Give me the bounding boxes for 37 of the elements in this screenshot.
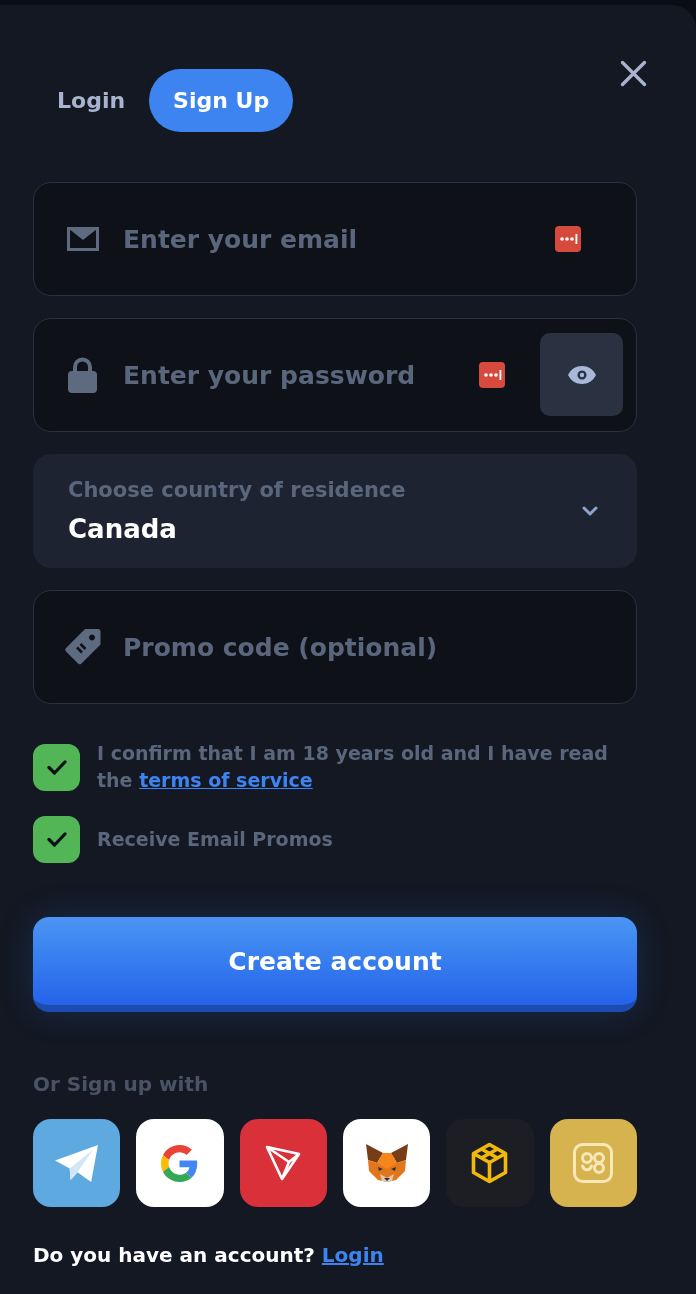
country-select[interactable]: Choose country of residence Canada — [33, 454, 637, 568]
tab[interactable]: Sign Up — [149, 69, 294, 132]
show-password-button[interactable] — [540, 333, 623, 416]
social-heading: Or Sign up with — [33, 1072, 209, 1096]
close-icon[interactable] — [620, 60, 647, 87]
login-prompt: Do you have an account? Login — [33, 1243, 384, 1267]
eye-icon — [567, 365, 596, 384]
password-manager-icon[interactable] — [555, 226, 581, 252]
login-link[interactable]: Login — [321, 1243, 384, 1267]
g-logo-icon — [161, 1144, 199, 1182]
social-login-button[interactable] — [136, 1119, 224, 1207]
checkbox[interactable] — [33, 743, 80, 791]
mail-icon — [66, 227, 99, 251]
cube-logo-icon — [471, 1142, 509, 1184]
social-login-button[interactable] — [343, 1119, 431, 1207]
tag-icon — [63, 627, 102, 667]
check-icon — [46, 832, 67, 847]
lock-icon — [68, 357, 97, 393]
password-manager-icon[interactable] — [479, 362, 505, 388]
agreement-text: I confirm that I am 18 years old and I have read the terms of service — [97, 741, 609, 793]
social-login-button[interactable] — [446, 1119, 534, 1207]
square-glyph-icon — [573, 1143, 614, 1183]
checkbox[interactable] — [33, 816, 80, 863]
promo-code-field[interactable]: Promo code (optional) — [33, 590, 637, 704]
check-icon — [46, 759, 67, 775]
paper-plane-icon — [54, 1143, 100, 1183]
social-login-button[interactable] — [239, 1119, 327, 1207]
social-login-button[interactable] — [549, 1119, 637, 1207]
tab[interactable]: Login — [33, 69, 150, 132]
agreement-text: Receive Email Promos — [97, 827, 334, 852]
triangle-logo-icon — [265, 1145, 302, 1181]
create-account-button[interactable]: Create account — [33, 917, 637, 1012]
email-field[interactable]: Enter your email — [33, 182, 637, 296]
fox-head-icon — [364, 1143, 409, 1183]
chevron-down-icon — [582, 506, 598, 516]
social-login-button[interactable] — [33, 1119, 121, 1207]
terms-link[interactable]: terms of service — [139, 769, 313, 791]
